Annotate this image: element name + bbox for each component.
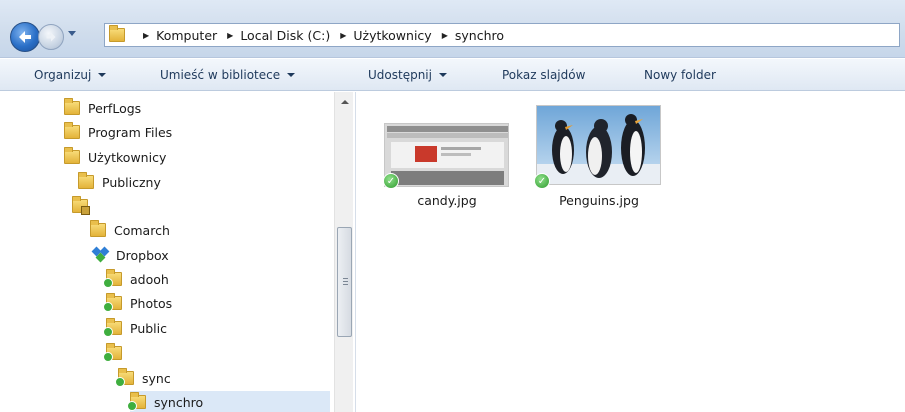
recent-locations-dropdown[interactable] (68, 31, 76, 36)
tree-item-comarch[interactable]: Comarch (90, 219, 170, 241)
tree-item-uzytkownicy[interactable]: Użytkownicy (64, 146, 166, 168)
file-content-pane: ✓ candy.jpg ✓ Penguins.jpg (357, 92, 905, 412)
tree-item-public[interactable]: Public (103, 317, 167, 339)
sync-status-check-icon: ✓ (383, 173, 399, 189)
tree-item-dropbox[interactable]: Dropbox (91, 244, 169, 266)
folder-icon (64, 98, 80, 115)
folder-icon (64, 122, 80, 139)
tree-item-perflogs[interactable]: PerfLogs (64, 97, 141, 119)
folder-icon (90, 220, 106, 237)
scroll-thumb[interactable] (337, 227, 352, 337)
tree-item-hidden-folder[interactable] (103, 342, 130, 364)
tree-item-user-folder[interactable] (72, 195, 96, 217)
dropbox-icon (91, 246, 110, 263)
folder-icon (109, 24, 127, 43)
tree-item-program-files[interactable]: Program Files (64, 121, 172, 143)
tree-item-label: Public (130, 320, 167, 336)
tree-item-synchro[interactable]: synchro (127, 391, 330, 412)
tree-item-label: Program Files (88, 124, 173, 140)
share-label: Udostępnij (368, 68, 432, 82)
address-bar-row: ▶ Komputer ▶ Local Disk (C:) ▶ Użytkowni… (0, 0, 905, 58)
tree-item-label: Photos (130, 295, 173, 311)
vertical-scrollbar[interactable] (334, 92, 353, 412)
new-folder-label: Nowy folder (644, 68, 716, 82)
organize-label: Organizuj (34, 68, 92, 82)
tree-item-adooh[interactable]: adooh (103, 268, 169, 290)
navigation-pane: PerfLogs Program Files Użytkownicy Publi… (0, 92, 356, 412)
breadcrumb-synchro[interactable]: synchro (455, 28, 504, 43)
forward-button[interactable] (38, 24, 64, 50)
back-arrow-icon (19, 31, 31, 43)
breadcrumb: ▶ Komputer ▶ Local Disk (C:) ▶ Użytkowni… (133, 28, 504, 43)
tree-item-label: sync (142, 370, 171, 386)
include-in-library-button[interactable]: Umieść w bibliotece (160, 68, 296, 82)
share-button[interactable]: Udostępnij (368, 68, 447, 82)
synced-folder-icon (103, 269, 122, 288)
dropdown-arrow-icon (98, 73, 107, 77)
tree-item-photos[interactable]: Photos (103, 292, 173, 314)
tree-item-label: Użytkownicy (88, 149, 167, 165)
chevron-right-icon[interactable]: ▶ (227, 31, 233, 40)
file-name-label: Penguins.jpg (559, 193, 639, 208)
dropdown-arrow-icon (438, 73, 447, 77)
chevron-right-icon[interactable]: ▶ (143, 31, 149, 40)
breadcrumb-local-disk[interactable]: Local Disk (C:) (240, 28, 330, 43)
dropdown-arrow-icon (287, 73, 296, 77)
synced-folder-icon (115, 368, 134, 387)
tree-item-label: synchro (154, 394, 204, 410)
address-box[interactable]: ▶ Komputer ▶ Local Disk (C:) ▶ Użytkowni… (104, 23, 900, 47)
chevron-right-icon[interactable]: ▶ (442, 31, 448, 40)
new-folder-button[interactable]: Nowy folder (644, 68, 716, 82)
command-toolbar: Organizuj Umieść w bibliotece Udostępnij… (0, 59, 905, 91)
sync-status-check-icon: ✓ (534, 173, 550, 189)
forward-arrow-icon (46, 32, 56, 42)
locked-folder-icon (72, 196, 90, 215)
folder-icon (78, 172, 94, 189)
slideshow-button[interactable]: Pokaz slajdów (502, 68, 585, 82)
tree-item-label: Publiczny (102, 174, 161, 190)
tree-item-label: Dropbox (116, 247, 169, 263)
organize-button[interactable]: Organizuj (34, 68, 107, 82)
synced-folder-icon (127, 392, 146, 411)
back-button[interactable] (10, 22, 40, 52)
penguins-thumbnail-image (536, 105, 661, 185)
tree-item-publiczny[interactable]: Publiczny (78, 171, 161, 193)
tree-item-label: PerfLogs (88, 100, 142, 116)
synced-folder-icon (103, 293, 122, 312)
breadcrumb-komputer[interactable]: Komputer (156, 28, 217, 43)
folder-icon (64, 147, 80, 164)
candy-thumbnail-image (384, 123, 509, 187)
shared-synced-folder-icon (103, 318, 122, 337)
breadcrumb-uzytkownicy[interactable]: Użytkownicy (353, 28, 431, 43)
library-label: Umieść w bibliotece (160, 68, 281, 82)
tree-item-sync[interactable]: sync (115, 367, 171, 389)
file-name-label: candy.jpg (417, 193, 477, 208)
chevron-right-icon[interactable]: ▶ (340, 31, 346, 40)
slideshow-label: Pokaz slajdów (502, 68, 586, 82)
synced-folder-icon (103, 343, 122, 362)
tree-item-label: Comarch (114, 222, 170, 238)
tree-item-label: adooh (130, 271, 169, 287)
scroll-up-arrow-icon[interactable] (341, 100, 349, 104)
